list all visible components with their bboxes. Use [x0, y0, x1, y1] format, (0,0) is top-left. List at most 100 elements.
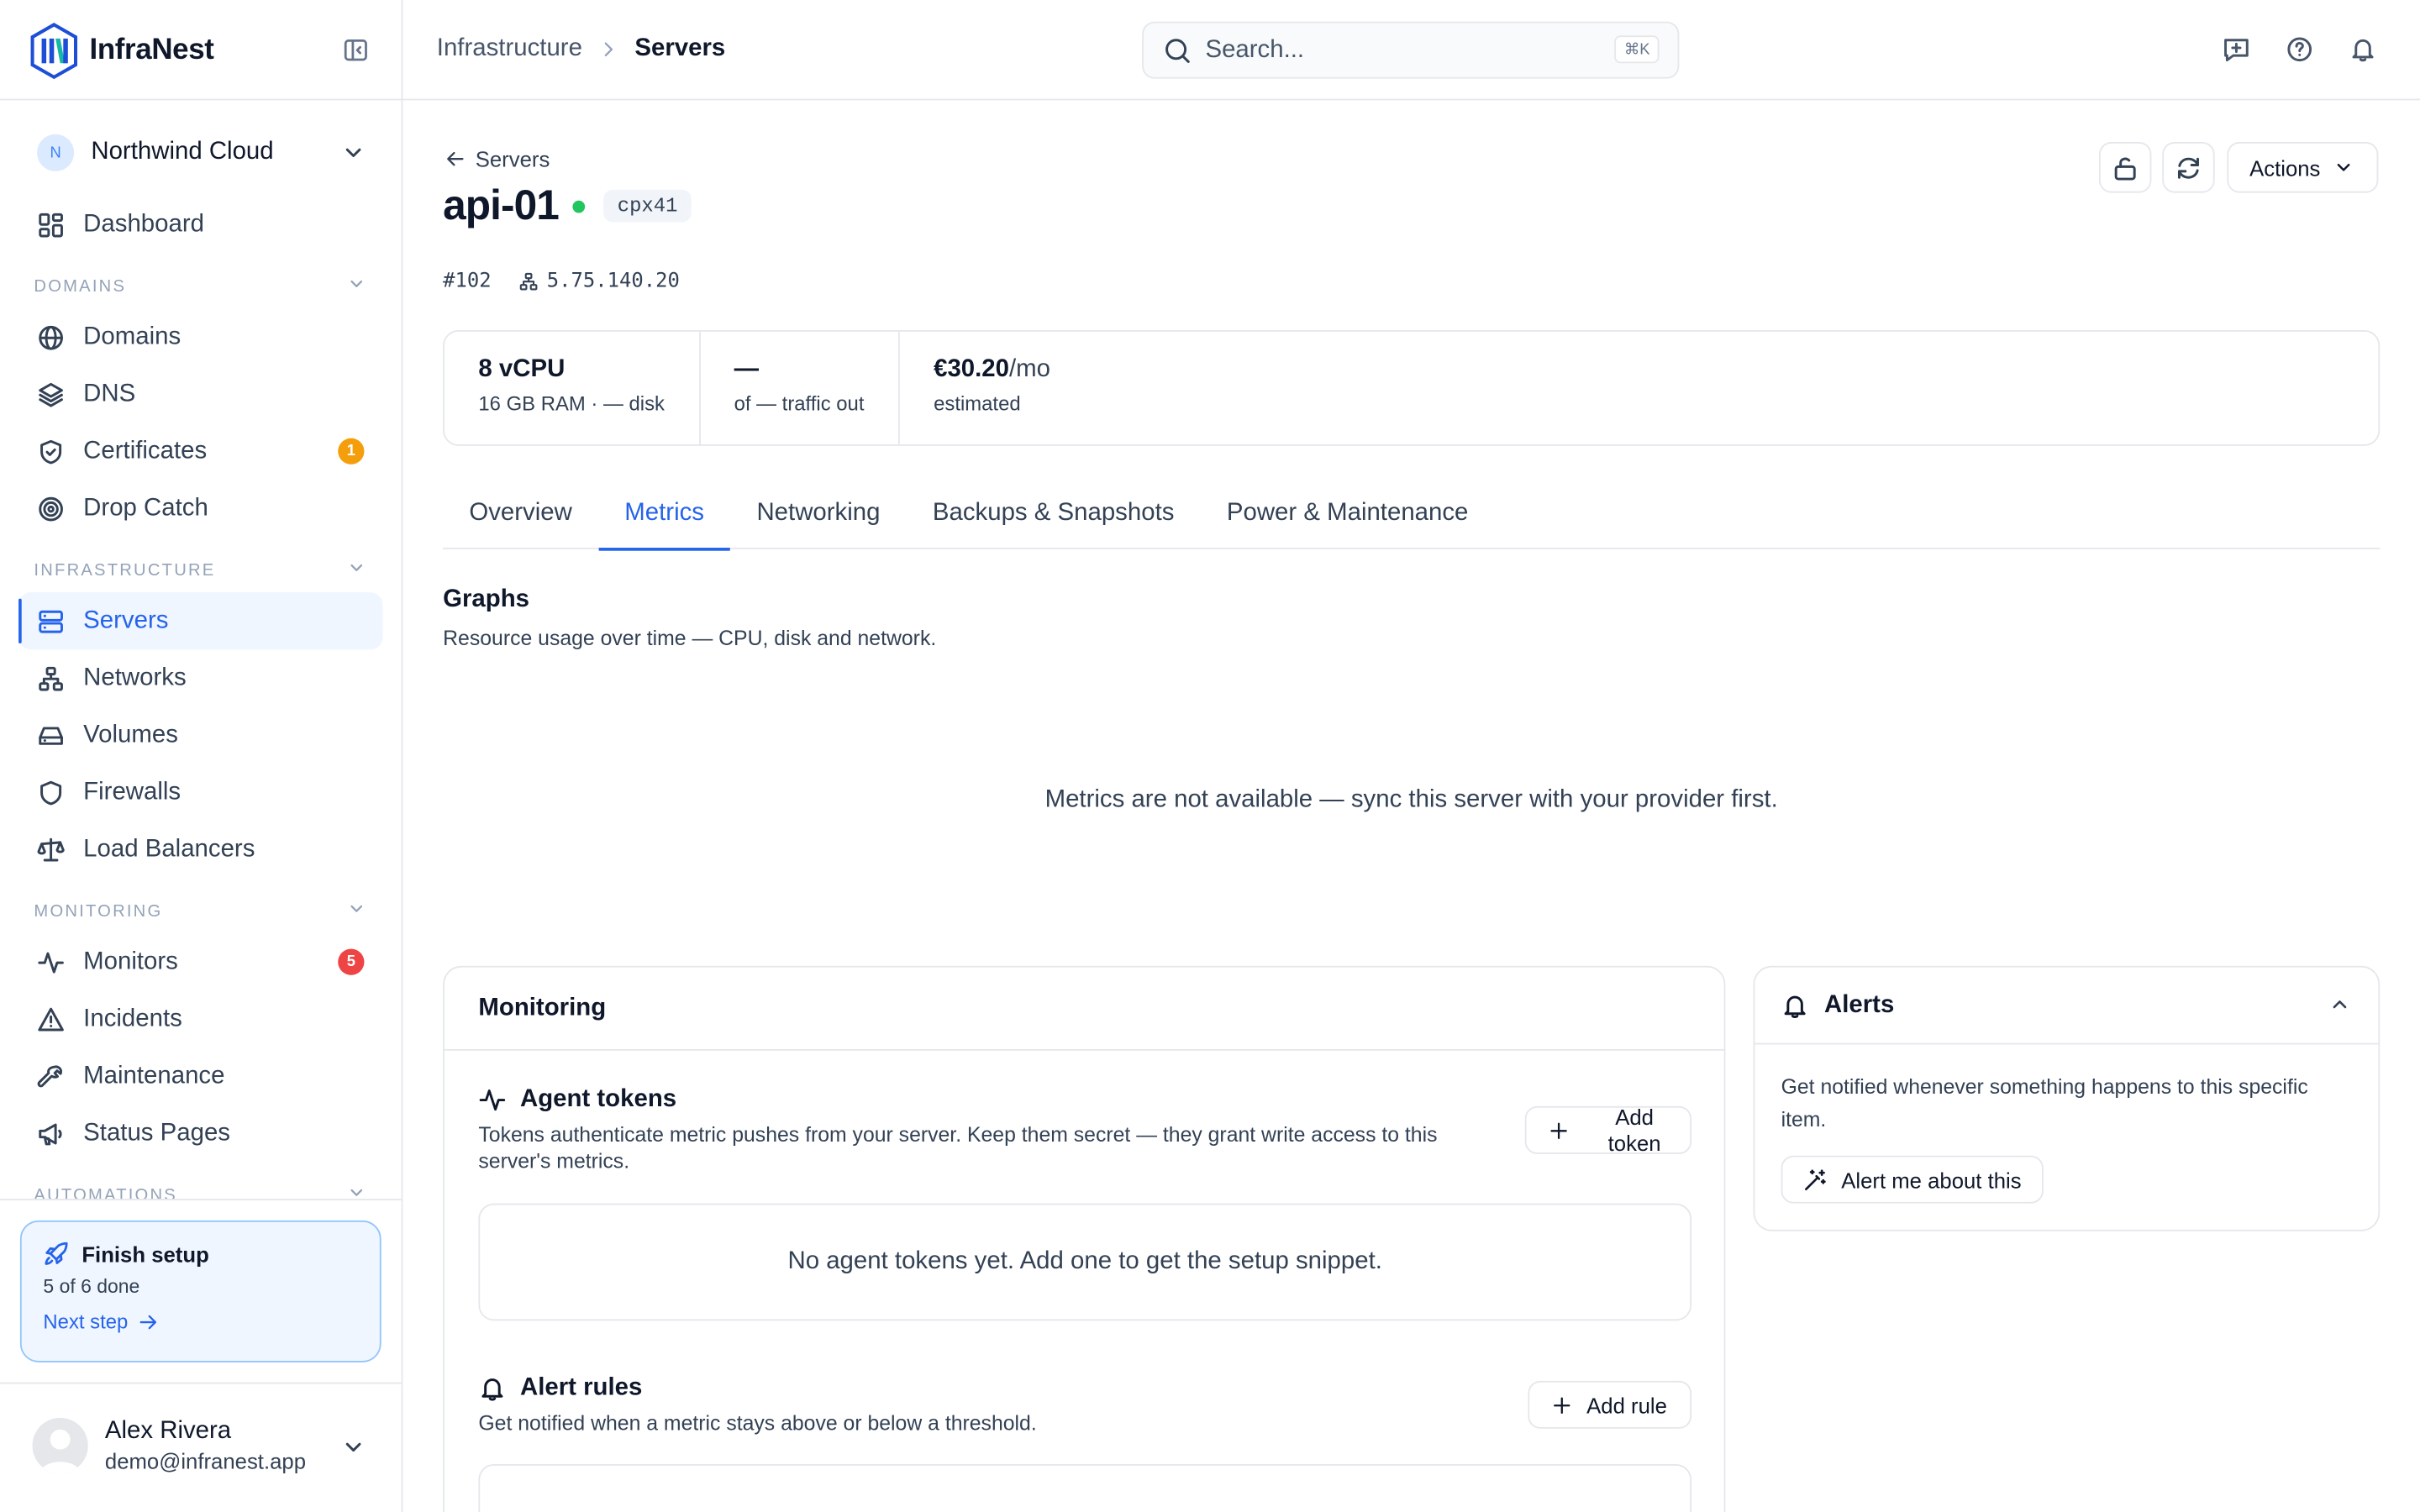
sidebar-item-label: Drop Catch: [83, 494, 208, 521]
topbar: Infrastructure Servers Search... ⌘K: [402, 0, 2420, 101]
search-shortcut: ⌘K: [1614, 35, 1660, 64]
chevron-up-icon[interactable]: [2328, 992, 2352, 1016]
add-rule-label: Add rule: [1586, 1392, 1667, 1418]
actions-label: Actions: [2249, 155, 2321, 180]
back-link[interactable]: Servers: [445, 146, 550, 171]
stat-traffic: — of — traffic out: [700, 331, 900, 444]
alert-triangle-icon: [38, 1006, 64, 1031]
sidebar-item-label: Dashboard: [83, 210, 204, 237]
sidebar-item-firewalls[interactable]: Firewalls: [18, 764, 382, 821]
dashboard-icon: [39, 212, 63, 237]
breadcrumb-parent[interactable]: Infrastructure: [437, 35, 582, 63]
chevron-down-icon: [345, 557, 367, 579]
sidebar-item-certificates[interactable]: Certificates 1: [18, 423, 382, 480]
actions-dropdown[interactable]: Actions: [2227, 141, 2379, 193]
alert-rules-description: Get notified when a metric stays above o…: [478, 1411, 1037, 1436]
alert-me-label: Alert me about this: [1841, 1167, 2022, 1192]
magic-wand-icon: [1805, 1168, 1826, 1190]
monitoring-title: Monitoring: [444, 968, 1724, 1051]
section-label: DOMAINS: [34, 277, 127, 297]
sidebar-item-domains[interactable]: Domains: [18, 308, 382, 365]
tab-metrics[interactable]: Metrics: [598, 483, 730, 551]
refresh-button[interactable]: [2162, 141, 2215, 193]
scale-icon: [37, 837, 65, 861]
stat-sub: estimated: [934, 391, 1021, 416]
globe-icon: [39, 324, 63, 349]
certificates-badge: 1: [338, 438, 365, 465]
divider: [0, 98, 403, 101]
alerts-header[interactable]: Alerts: [1754, 968, 2379, 1045]
sidebar-item-maintenance[interactable]: Maintenance: [18, 1047, 382, 1105]
tab-networking[interactable]: Networking: [730, 483, 906, 549]
sidebar-item-label: Load Balancers: [83, 835, 255, 862]
add-rule-button[interactable]: Add rule: [1528, 1380, 1692, 1429]
stat-compute: 8 vCPU 16 GB RAM · — disk: [445, 331, 701, 444]
alert-rules-title: Alert rules: [519, 1374, 643, 1401]
feedback-icon[interactable]: [2223, 35, 2250, 63]
alerts-description: Get notified whenever something happens …: [1781, 1075, 2308, 1131]
chevron-down-icon: [2338, 163, 2351, 171]
sidebar-item-label: Incidents: [83, 1005, 182, 1032]
sidebar-item-label: Firewalls: [83, 778, 182, 805]
sidebar-item-incidents[interactable]: Incidents: [18, 990, 382, 1047]
agent-tokens-empty: No agent tokens yet. Add one to get the …: [478, 1203, 1692, 1321]
sidebar-item-monitors[interactable]: Monitors 5: [18, 933, 382, 990]
add-token-label: Add token: [1607, 1104, 1661, 1155]
tab-overview[interactable]: Overview: [443, 483, 598, 549]
next-step-link[interactable]: Next step: [43, 1310, 358, 1333]
sidebar-item-status-pages[interactable]: Status Pages: [18, 1105, 382, 1162]
plus-icon: [1550, 1121, 1567, 1139]
sidebar-item-load-balancers[interactable]: Load Balancers: [18, 821, 382, 878]
section-label: AUTOMATIONS: [34, 1186, 177, 1200]
layers-icon: [39, 381, 63, 407]
stat-value: —: [734, 356, 760, 383]
setup-progress: 5 of 6 done: [43, 1275, 140, 1298]
status-dot: [572, 199, 586, 213]
ip-address: 5.75.140.20: [546, 270, 680, 293]
section-infrastructure[interactable]: INFRASTRUCTURE: [18, 537, 382, 592]
sidebar-item-label: Domains: [83, 323, 182, 350]
add-token-button[interactable]: Add token: [1524, 1104, 1692, 1155]
alert-rules-header: Alert rules: [478, 1375, 642, 1403]
sidebar-item-dashboard[interactable]: Dashboard: [18, 196, 382, 253]
finish-setup-card[interactable]: Finish setup 5 of 6 done Next step: [19, 1220, 381, 1362]
help-icon[interactable]: [2286, 35, 2313, 63]
org-name: Northwind Cloud: [91, 139, 274, 165]
alerts-card: Alerts Get notified whenever something h…: [1753, 965, 2381, 1231]
sidebar-item-label: Volumes: [83, 721, 178, 748]
activity-icon: [479, 1089, 506, 1111]
sidebar-item-drop-catch[interactable]: Drop Catch: [18, 480, 382, 537]
divider: [0, 1199, 403, 1200]
graphs-title: Graphs: [443, 585, 530, 613]
lock-button[interactable]: [2098, 141, 2152, 193]
server-title: api-01 cpx41: [443, 182, 692, 230]
tab-backups-snapshots[interactable]: Backups & Snapshots: [907, 483, 1201, 549]
server-type-badge: cpx41: [603, 189, 692, 223]
bell-icon[interactable]: [2349, 35, 2377, 63]
sidebar-item-servers[interactable]: Servers: [18, 592, 383, 650]
sidebar-item-networks[interactable]: Networks: [18, 649, 382, 706]
section-monitoring[interactable]: MONITORING: [18, 878, 382, 933]
search-input[interactable]: Search... ⌘K: [1142, 21, 1680, 79]
sidebar-item-label: Certificates: [83, 437, 208, 464]
collapse-sidebar-icon[interactable]: [343, 37, 369, 63]
org-switcher[interactable]: N Northwind Cloud: [18, 123, 382, 182]
sidebar-item-dns[interactable]: DNS: [18, 365, 382, 423]
section-automations[interactable]: AUTOMATIONS: [18, 1162, 382, 1199]
agent-tokens-title: Agent tokens: [519, 1086, 677, 1113]
sidebar-item-volumes[interactable]: Volumes: [18, 706, 382, 764]
chevron-down-icon[interactable]: [339, 1433, 367, 1461]
server-ip[interactable]: 5.75.140.20: [519, 270, 680, 293]
bell-icon: [481, 1378, 503, 1401]
breadcrumb: Infrastructure Servers: [437, 35, 725, 63]
arrow-left-icon: [447, 151, 464, 166]
finish-setup-title: Finish setup: [43, 1241, 358, 1267]
user-menu[interactable]: Alex Rivera demo@infranest.app: [32, 1417, 306, 1474]
tab-power-maintenance[interactable]: Power & Maintenance: [1201, 483, 1495, 549]
brand-name: InfraNest: [89, 34, 214, 66]
section-domains[interactable]: DOMAINS: [18, 253, 382, 308]
server-id: #102: [443, 270, 492, 293]
alert-me-button[interactable]: Alert me about this: [1781, 1155, 2044, 1204]
agent-tokens-description: Tokens authenticate metric pushes from y…: [478, 1123, 1438, 1173]
brand-logo[interactable]: InfraNest: [28, 22, 214, 81]
